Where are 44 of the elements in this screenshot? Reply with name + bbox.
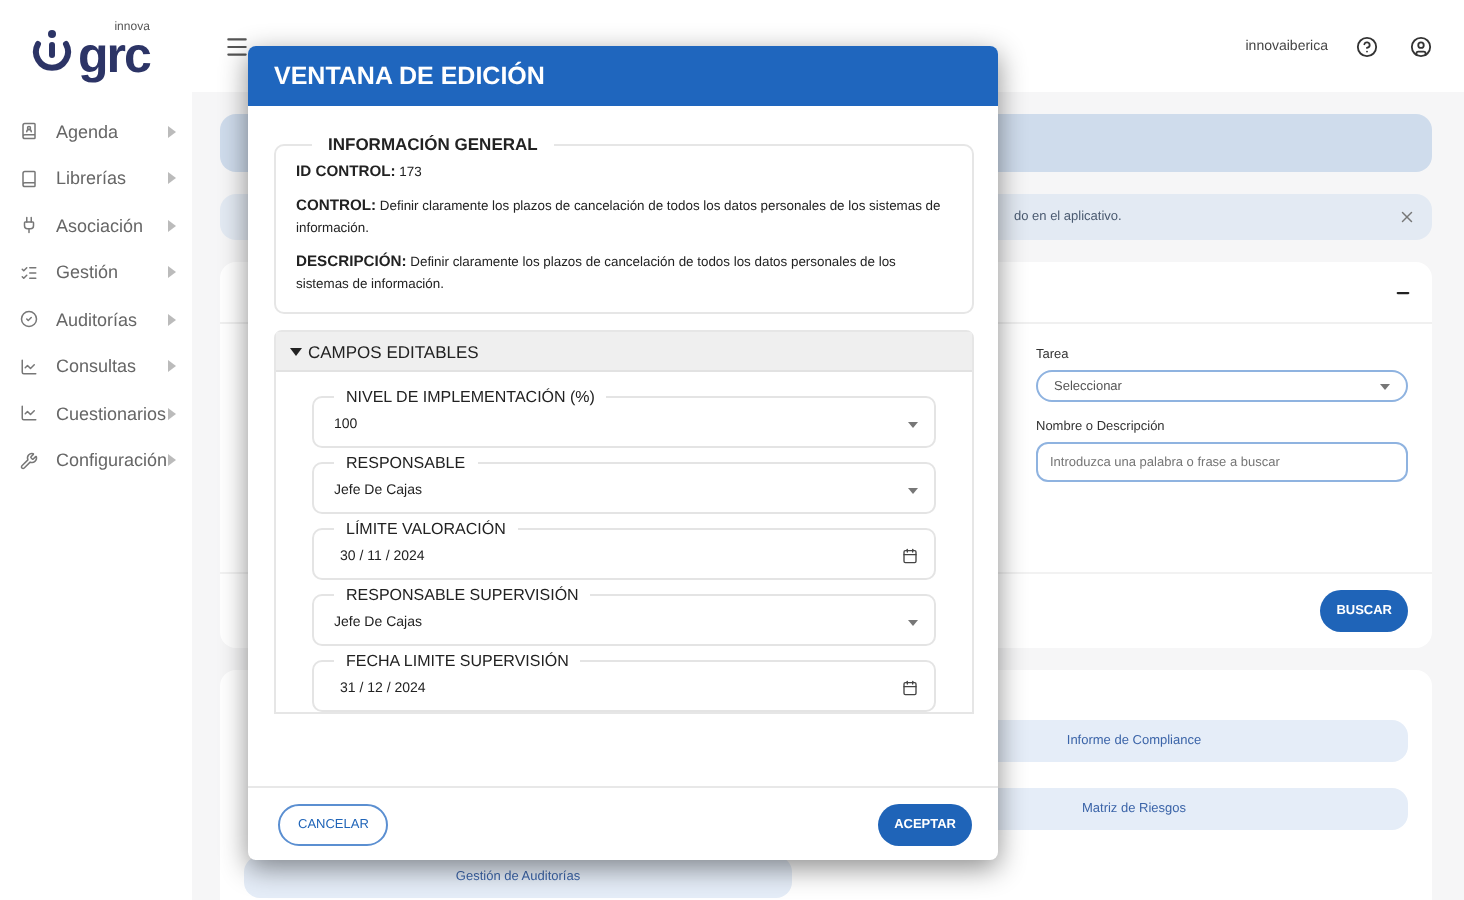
field-label: LÍMITE VALORACIÓN <box>344 520 508 538</box>
sidebar-item[interactable]: Librerías <box>0 155 192 202</box>
plug-icon <box>20 216 38 235</box>
field-label: FECHA LIMITE SUPERVISIÓN <box>344 652 571 670</box>
dropdown-arrow-icon <box>908 619 918 625</box>
check-circle-icon <box>20 310 38 329</box>
field-label: RESPONSABLE <box>344 454 468 472</box>
dropdown-arrow-icon <box>908 421 918 427</box>
chevron-icon <box>168 313 176 326</box>
chevron-icon <box>168 172 176 185</box>
chevron-icon <box>168 266 176 279</box>
sidebar-item[interactable]: Asociación <box>0 202 192 249</box>
sidebar-item[interactable]: Consultas <box>0 343 192 390</box>
sidebar-item[interactable]: Gestión <box>0 249 192 296</box>
dropdown-arrow-icon <box>1380 383 1390 389</box>
section-header[interactable]: CAMPOS EDITABLES <box>276 332 972 372</box>
sidebar-item[interactable]: Configuración <box>0 437 192 484</box>
chevron-icon <box>168 219 176 232</box>
sidebar-item[interactable]: Cuestionarios <box>0 390 192 437</box>
chevron-icon <box>168 407 176 420</box>
wrench-icon <box>20 451 38 470</box>
line-chart-icon <box>20 357 38 376</box>
chevron-icon <box>168 125 176 138</box>
contact-book-icon <box>20 122 38 141</box>
dropdown-arrow-icon <box>908 487 918 493</box>
logo-text: grc <box>78 34 150 78</box>
panel-title: INFORMACIÓN GENERAL <box>326 134 540 154</box>
chevron-icon <box>168 454 176 467</box>
menu-icon[interactable] <box>224 33 250 59</box>
book-icon <box>20 169 38 188</box>
logo-icon <box>30 28 74 72</box>
field-label: RESPONSABLE SUPERVISIÓN <box>344 586 581 604</box>
calendar-icon[interactable] <box>902 680 918 696</box>
field-label: NIVEL DE IMPLEMENTACIÓN (%) <box>344 388 597 406</box>
chevron-icon <box>168 360 176 373</box>
sidebar-item[interactable]: Auditorías <box>0 296 192 343</box>
line-chart-icon <box>20 404 38 423</box>
user-icon[interactable] <box>1410 35 1432 57</box>
close-icon[interactable] <box>1398 208 1416 226</box>
help-icon[interactable] <box>1356 35 1378 57</box>
calendar-icon[interactable] <box>902 548 918 564</box>
checklist-icon <box>20 263 38 282</box>
sidebar-item[interactable]: Agenda <box>0 108 192 155</box>
dialog-title: VENTANA DE EDICIÓN <box>274 62 545 90</box>
